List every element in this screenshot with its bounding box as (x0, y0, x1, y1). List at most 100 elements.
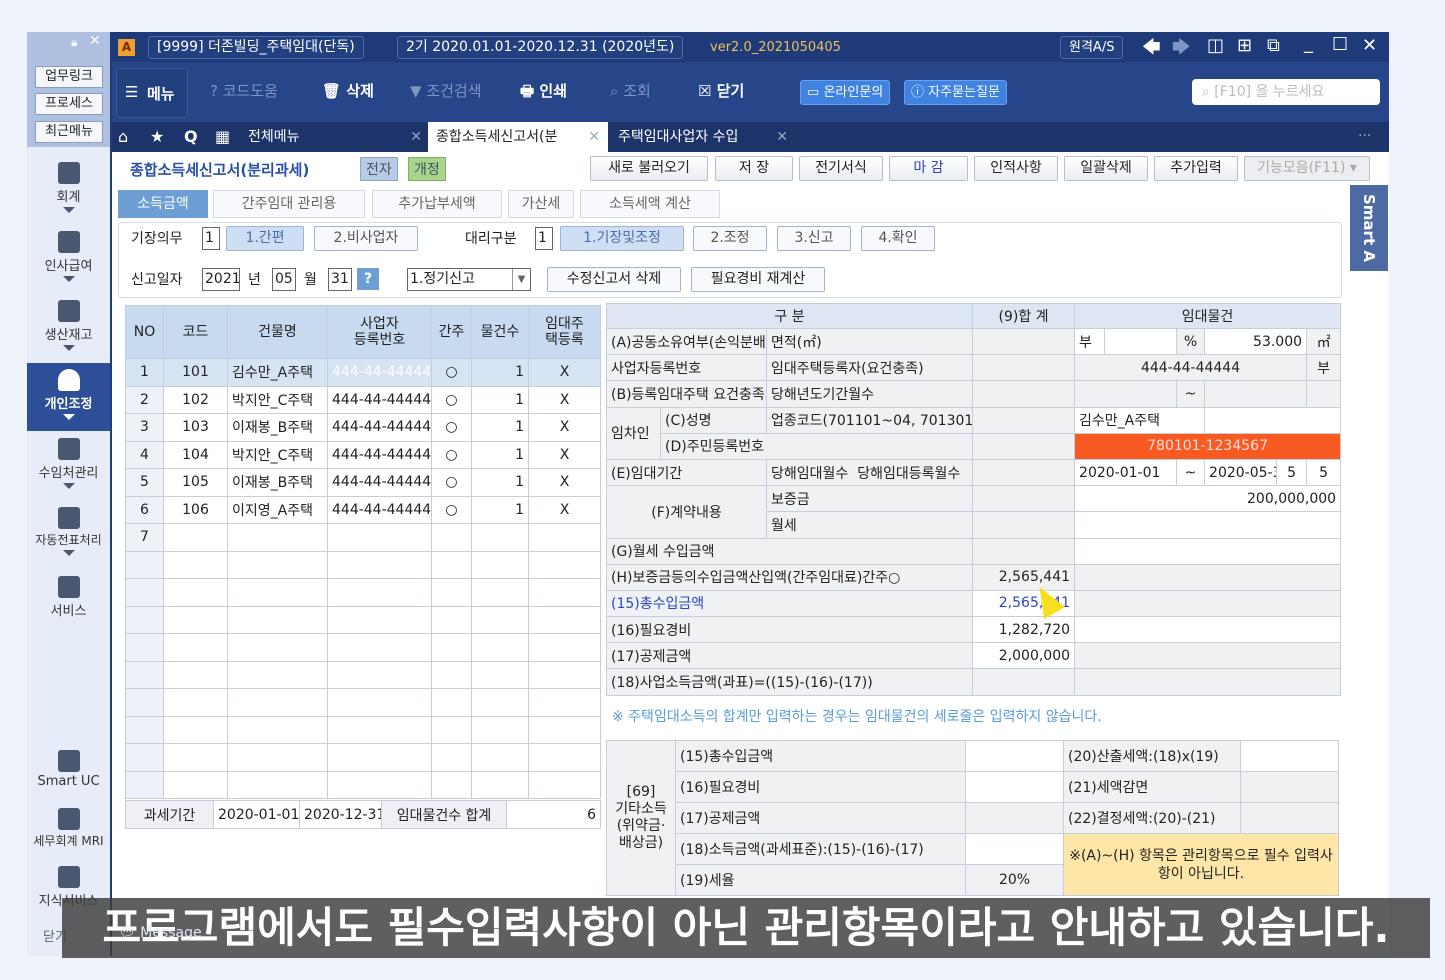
sidebar-work-link[interactable]: 업무링크 (35, 66, 103, 88)
row-registered[interactable] (528, 605, 601, 634)
row-no[interactable]: 3 (125, 413, 164, 442)
ratio-input[interactable] (1104, 327, 1178, 356)
row-count[interactable] (471, 605, 529, 634)
close-tab-icon[interactable]: ✕ (588, 122, 600, 152)
sidebar-recent-menu[interactable]: 최근메뉴 (35, 121, 103, 143)
row-building[interactable] (227, 688, 328, 717)
rent-months[interactable]: 5 (1276, 458, 1308, 487)
table-row[interactable]: 2 102 박지안_C주택 444-44-44444 ○ 1 X (125, 385, 601, 414)
period-selector[interactable]: 2기 2020.01.01-2020.12.31 (2020년도) (397, 36, 684, 59)
lock-icon[interactable]: 🔒︎ (71, 35, 77, 50)
row-count[interactable] (471, 660, 529, 689)
row-code[interactable] (163, 633, 228, 662)
row-registered[interactable] (528, 743, 601, 772)
row-bizno[interactable]: 444-44-44444 (327, 468, 432, 497)
row-code[interactable]: 103 (163, 413, 228, 442)
row-registered[interactable] (528, 578, 601, 607)
bizno-value[interactable]: 444-44-44444 (1074, 354, 1308, 382)
subtab-income[interactable]: 소득금액 (118, 190, 208, 218)
more-tabs-icon[interactable]: ... (1358, 124, 1371, 140)
sidebar-item-production[interactable]: 생산재고 (27, 294, 110, 362)
code-help-button[interactable]: ? 코드도움 (210, 80, 278, 101)
reload-button[interactable]: 새로 불러오기 (590, 156, 708, 181)
functions-dropdown[interactable]: 기능모음(F11) ▾ (1244, 156, 1370, 181)
table-row[interactable]: 1 101 김수만_A주택 444-44-44444 ○ 1 X (125, 358, 601, 387)
row-no[interactable] (125, 605, 164, 634)
help-icon[interactable]: ? (357, 268, 379, 290)
row-count[interactable] (471, 578, 529, 607)
row-building[interactable]: 이지영_A주택 (227, 495, 328, 524)
row-registered[interactable] (528, 523, 601, 552)
table-row[interactable] (125, 578, 601, 607)
row-deemed[interactable] (431, 743, 472, 772)
row-registered[interactable]: X (528, 358, 601, 387)
tab-income-tax-return[interactable]: 종합소득세신고서(분 ✕ (428, 122, 608, 152)
delete-amended-button[interactable]: 수정신고서 삭제 (547, 267, 681, 292)
table-row[interactable]: 5 105 이재봉_B주택 444-44-44444 ○ 1 X (125, 468, 601, 497)
option-confirm[interactable]: 4.확인 (861, 226, 935, 251)
row-registered[interactable] (528, 660, 601, 689)
row-code[interactable]: 102 (163, 385, 228, 414)
subtab-tax-calc[interactable]: 소득세액 계산 (580, 190, 720, 218)
row-bizno[interactable] (327, 660, 432, 689)
option-adjust[interactable]: 2.조정 (693, 226, 767, 251)
other-total-income-value[interactable] (965, 740, 1064, 772)
smart-a-panel-tab[interactable]: Smart A (1350, 185, 1388, 271)
table-row[interactable] (125, 633, 601, 662)
period-from[interactable]: 2020-01-01 (1074, 458, 1178, 487)
row-bizno[interactable]: 444-44-44444 (327, 358, 432, 387)
other-expenses-value[interactable] (965, 771, 1064, 803)
row-building[interactable] (227, 770, 328, 799)
table-row[interactable] (125, 743, 601, 772)
row-registered[interactable] (528, 633, 601, 662)
row-no[interactable] (125, 715, 164, 744)
row-bizno[interactable]: 444-44-44444 (327, 413, 432, 442)
sidebar-item-hr[interactable]: 인사급여 (27, 225, 110, 293)
row-count[interactable]: 1 (471, 358, 529, 387)
row-count[interactable] (471, 743, 529, 772)
table-row[interactable] (125, 550, 601, 579)
prior-form-button[interactable]: 전기서식 (799, 156, 883, 181)
sidebar-process[interactable]: 프로세스 (35, 93, 103, 115)
row-bizno[interactable] (327, 743, 432, 772)
message-button[interactable]: 💬︎ Message (118, 925, 202, 941)
book-open-icon[interactable]: ◫ (1207, 35, 1224, 56)
sidebar-item-accounting[interactable]: 회계 (27, 156, 110, 224)
row-no[interactable]: 1 (125, 358, 164, 387)
option-report[interactable]: 3.신고 (777, 226, 851, 251)
delete-button[interactable]: 🗑︎ 삭제 (322, 80, 374, 101)
tax-period-from[interactable]: 2020-01-01 (213, 800, 300, 829)
filter-button[interactable]: ▼ 조건검색 (410, 80, 482, 101)
row-no[interactable] (125, 633, 164, 662)
row-building[interactable]: 이재봉_B주택 (227, 413, 328, 442)
row-no[interactable]: 2 (125, 385, 164, 414)
sidebar-item-personal[interactable]: 개인조정 (27, 363, 110, 431)
joint-ownership-value[interactable]: 부 (1074, 327, 1106, 356)
row-building[interactable] (227, 550, 328, 579)
row-building[interactable]: 이재봉_B주택 (227, 468, 328, 497)
row-building[interactable] (227, 578, 328, 607)
menu-button[interactable]: ☰ 메뉴 (116, 68, 188, 118)
table-row[interactable]: 7 (125, 523, 601, 552)
close-tab-icon[interactable]: ✕ (776, 122, 788, 152)
row-bizno[interactable] (327, 578, 432, 607)
search-input[interactable]: ⌕ [F10] 을 누르세요 (1192, 79, 1380, 105)
row-count[interactable]: 1 (471, 440, 529, 469)
table-row[interactable]: 6 106 이지영_A주택 444-44-44444 ○ 1 X (125, 495, 601, 524)
row-deemed[interactable]: ○ (431, 358, 472, 387)
option-simple[interactable]: 1.간편 (226, 226, 304, 251)
row-bizno[interactable] (327, 715, 432, 744)
sidebar-item-clients[interactable]: 수임처관리 (27, 432, 110, 500)
row-no[interactable]: 6 (125, 495, 164, 524)
row-count[interactable] (471, 688, 529, 717)
row-no[interactable] (125, 660, 164, 689)
row-deemed[interactable] (431, 550, 472, 579)
option-bookkeeping-adjust[interactable]: 1.기장및조정 (560, 226, 684, 251)
minimize-icon[interactable]: _ (1304, 33, 1313, 54)
row-bizno[interactable]: 444-44-44444 (327, 495, 432, 524)
row-code[interactable]: 101 (163, 358, 228, 387)
company-selector[interactable]: [9999] 더존빌딩_주택임대(단독) (148, 36, 364, 59)
table-row[interactable] (125, 660, 601, 689)
row-code[interactable] (163, 743, 228, 772)
agent-input[interactable]: 1 (535, 227, 553, 250)
